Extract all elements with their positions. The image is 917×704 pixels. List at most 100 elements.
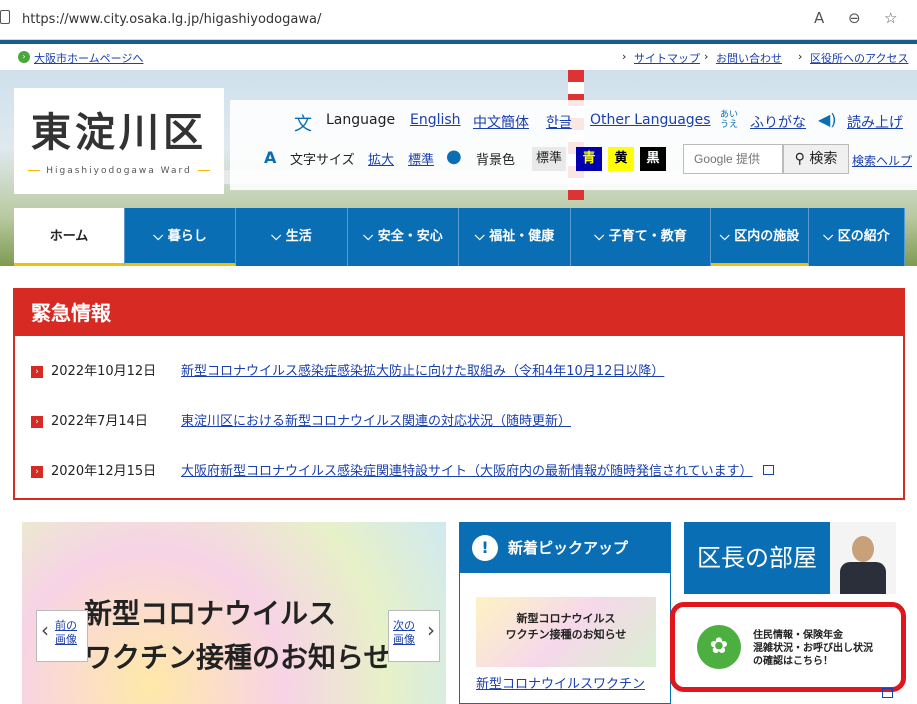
emergency-date: 2022年7月14日 <box>51 414 148 429</box>
nav-living-label: 暮らし <box>167 229 207 244</box>
external-link-icon <box>762 465 774 475</box>
furigana-icon: あい うえ <box>720 110 739 130</box>
mayor-head <box>852 536 874 562</box>
thumb-line2: ワクチン接種のお知らせ <box>505 628 627 641</box>
furigana-link[interactable]: ふりがな <box>750 112 806 132</box>
bg-blue-button[interactable]: 青 <box>576 147 602 171</box>
mayor-photo <box>830 522 896 594</box>
korean-link[interactable]: 한글 <box>546 112 572 132</box>
nav-facilities[interactable]: ⌵ 区内の施設 <box>711 208 809 266</box>
language-icon: 文 <box>294 114 312 135</box>
nav-about-label: 区の紹介 <box>837 229 890 244</box>
search-input[interactable] <box>683 144 783 174</box>
nav-safety-label: 安全・安心 <box>377 229 443 244</box>
thumb-line1: 新型コロナウイルス <box>516 612 616 625</box>
nav-welfare[interactable]: ⌵ 福祉・健康 <box>459 208 571 266</box>
pickup-panel: ! 新着ピックアップ 新型コロナウイルス ワクチン接種のお知らせ 新型コロナウイ… <box>459 522 671 704</box>
pickup-title: 新着ピックアップ <box>508 539 629 557</box>
access-link[interactable]: 区役所へのアクセス <box>810 50 908 66</box>
text-size-label: 文字サイズ <box>290 153 355 168</box>
banner-line1: 住民情報・保険年金 <box>753 630 843 641</box>
speaker-icon: ◀) <box>818 110 837 129</box>
banner-line2: 混雑状況・お呼び出し状況 <box>753 643 873 654</box>
read-aloud-browser-icon[interactable]: A <box>814 9 824 27</box>
contact-link[interactable]: お問い合わせ <box>716 50 782 66</box>
mayor-room-title: 区長の部屋 <box>697 544 817 572</box>
carousel[interactable]: 新型コロナウイルス ワクチン接種のお知らせ ‹ 前の画像 次の画像 › <box>22 522 446 704</box>
exclamation-icon: ! <box>472 535 498 561</box>
text-standard-link[interactable]: 標準 <box>408 149 434 168</box>
emergency-item: › 2020年12月15日 大阪府新型コロナウイルス感染症関連特設サイト（大阪府内の… <box>31 460 774 479</box>
nav-facilities-label: 区内の施設 <box>734 229 800 244</box>
carousel-next-button[interactable]: 次の画像 › <box>388 610 440 662</box>
emergency-title: 緊急情報 <box>15 290 903 336</box>
arrow-icon: › <box>18 51 30 63</box>
nav-safety[interactable]: ⌵ 安全・安心 <box>348 208 459 266</box>
emergency-panel: 緊急情報 › 2022年10月12日 新型コロナウイルス感染症感染拡大防止に向けた取… <box>13 288 905 500</box>
bullet-icon: › <box>31 465 43 478</box>
lock-icon <box>0 10 10 24</box>
nav-about[interactable]: ⌵ 区の紹介 <box>809 208 905 266</box>
search-button[interactable]: ⚲ 検索 <box>783 144 849 174</box>
emergency-link[interactable]: 新型コロナウイルス感染症感染拡大防止に向けた取組み（令和4年10月12日以降） <box>181 364 664 379</box>
nav-life[interactable]: ⌵ 生活 <box>236 208 348 266</box>
utility-bar: › 大阪市ホームページへ › サイトマップ › お問い合わせ › 区役所へのアク… <box>0 44 917 70</box>
bullet-icon: › <box>31 365 43 378</box>
mayor-body <box>840 562 886 594</box>
zoom-icon[interactable]: ⊖ <box>848 9 861 27</box>
chinese-link[interactable]: 中文簡体 <box>473 112 529 132</box>
pickup-thumbnail[interactable]: 新型コロナウイルス ワクチン接種のお知らせ <box>476 597 656 667</box>
url-field[interactable]: https://www.city.osaka.lg.jp/higashiyodo… <box>22 12 321 27</box>
carousel-prev-button[interactable]: ‹ 前の画像 <box>36 610 88 662</box>
other-languages-link[interactable]: Other Languages <box>590 112 711 128</box>
text-large-link[interactable]: 拡大 <box>368 149 394 168</box>
nav-welfare-label: 福祉・健康 <box>489 229 555 244</box>
bg-color-label: 背景色 <box>476 153 516 168</box>
emergency-item: › 2022年10月12日 新型コロナウイルス感染症感染拡大防止に向けた取組み（令和… <box>31 360 664 379</box>
external-link-icon <box>882 688 893 698</box>
next-label: 次の画像 <box>393 619 415 646</box>
emergency-date: 2022年10月12日 <box>51 364 157 379</box>
logo-subtitle-wrap: Higashiyodogawa Ward <box>14 166 224 176</box>
bg-black-button[interactable]: 黒 <box>640 147 666 171</box>
search-icon: ⚲ <box>794 151 805 167</box>
osaka-home-link[interactable]: 大阪市ホームページへ <box>34 50 143 66</box>
nav-living[interactable]: ⌵ 暮らし <box>125 208 236 266</box>
readaloud-link[interactable]: 読み上げ <box>847 112 903 132</box>
pickup-link[interactable]: 新型コロナウイルスワクチン <box>476 673 645 692</box>
mayor-room-banner[interactable]: 区長の部屋 <box>684 522 896 594</box>
carousel-caption-line1: 新型コロナウイルス <box>84 597 337 630</box>
nav-childcare[interactable]: ⌵ 子育て・教育 <box>571 208 711 266</box>
chevron-left-icon: ‹ <box>41 618 49 642</box>
sitemap-link[interactable]: サイトマップ <box>634 50 700 66</box>
banner-text: 住民情報・保険年金 混雑状況・お呼び出し状況 の確認はこちら！ <box>753 629 873 668</box>
bg-yellow-button[interactable]: 黄 <box>608 147 634 171</box>
address-bar: https://www.city.osaka.lg.jp/higashiyodo… <box>0 0 917 40</box>
search-help-link[interactable]: 検索ヘルプ <box>852 152 912 169</box>
global-nav: ホーム ⌵ 暮らし ⌵ 生活 ⌵ 安全・安心 ⌵ 福祉・健康 ⌵ 子育て・教育 … <box>14 208 905 266</box>
logo-subtitle: Higashiyodogawa Ward <box>40 166 198 176</box>
prev-label: 前の画像 <box>55 619 77 646</box>
english-link[interactable]: English <box>410 112 461 128</box>
favorite-icon[interactable]: ☆ <box>884 9 897 27</box>
status-banner[interactable]: ✿ 住民情報・保険年金 混雑状況・お呼び出し状況 の確認はこちら！ <box>670 602 906 692</box>
site-logo[interactable]: 東淀川区 Higashiyodogawa Ward <box>14 88 224 194</box>
emergency-item: › 2022年7月14日 東淀川区における新型コロナウイルス関連の対応状況（随時更新… <box>31 410 571 429</box>
chevron-icon: › <box>704 50 709 63</box>
emergency-link[interactable]: 東淀川区における新型コロナウイルス関連の対応状況（随時更新） <box>181 414 571 429</box>
nav-home[interactable]: ホーム <box>14 208 125 266</box>
chevron-icon: › <box>798 50 803 63</box>
carousel-caption-line2: ワクチン接種のお知らせ <box>84 641 392 674</box>
pickup-header: ! 新着ピックアップ <box>460 523 670 573</box>
bg-standard-button[interactable]: 標準 <box>532 147 566 171</box>
chevron-icon: › <box>622 50 627 63</box>
nav-life-label: 生活 <box>285 229 312 244</box>
text-size-icon: A <box>264 148 277 167</box>
bullet-icon: › <box>31 415 43 428</box>
nav-childcare-label: 子育て・教育 <box>608 229 687 244</box>
accessibility-tools: 文 Language English 中文簡体 한글 Other Languag… <box>230 100 917 190</box>
emergency-link[interactable]: 大阪府新型コロナウイルス感染症関連特設サイト（大阪府内の最新情報が随時発信されて… <box>181 464 753 479</box>
chevron-right-icon: › <box>427 618 435 642</box>
carousel-caption: 新型コロナウイルス ワクチン接種のお知らせ <box>84 592 391 680</box>
emergency-date: 2020年12月15日 <box>51 464 157 479</box>
